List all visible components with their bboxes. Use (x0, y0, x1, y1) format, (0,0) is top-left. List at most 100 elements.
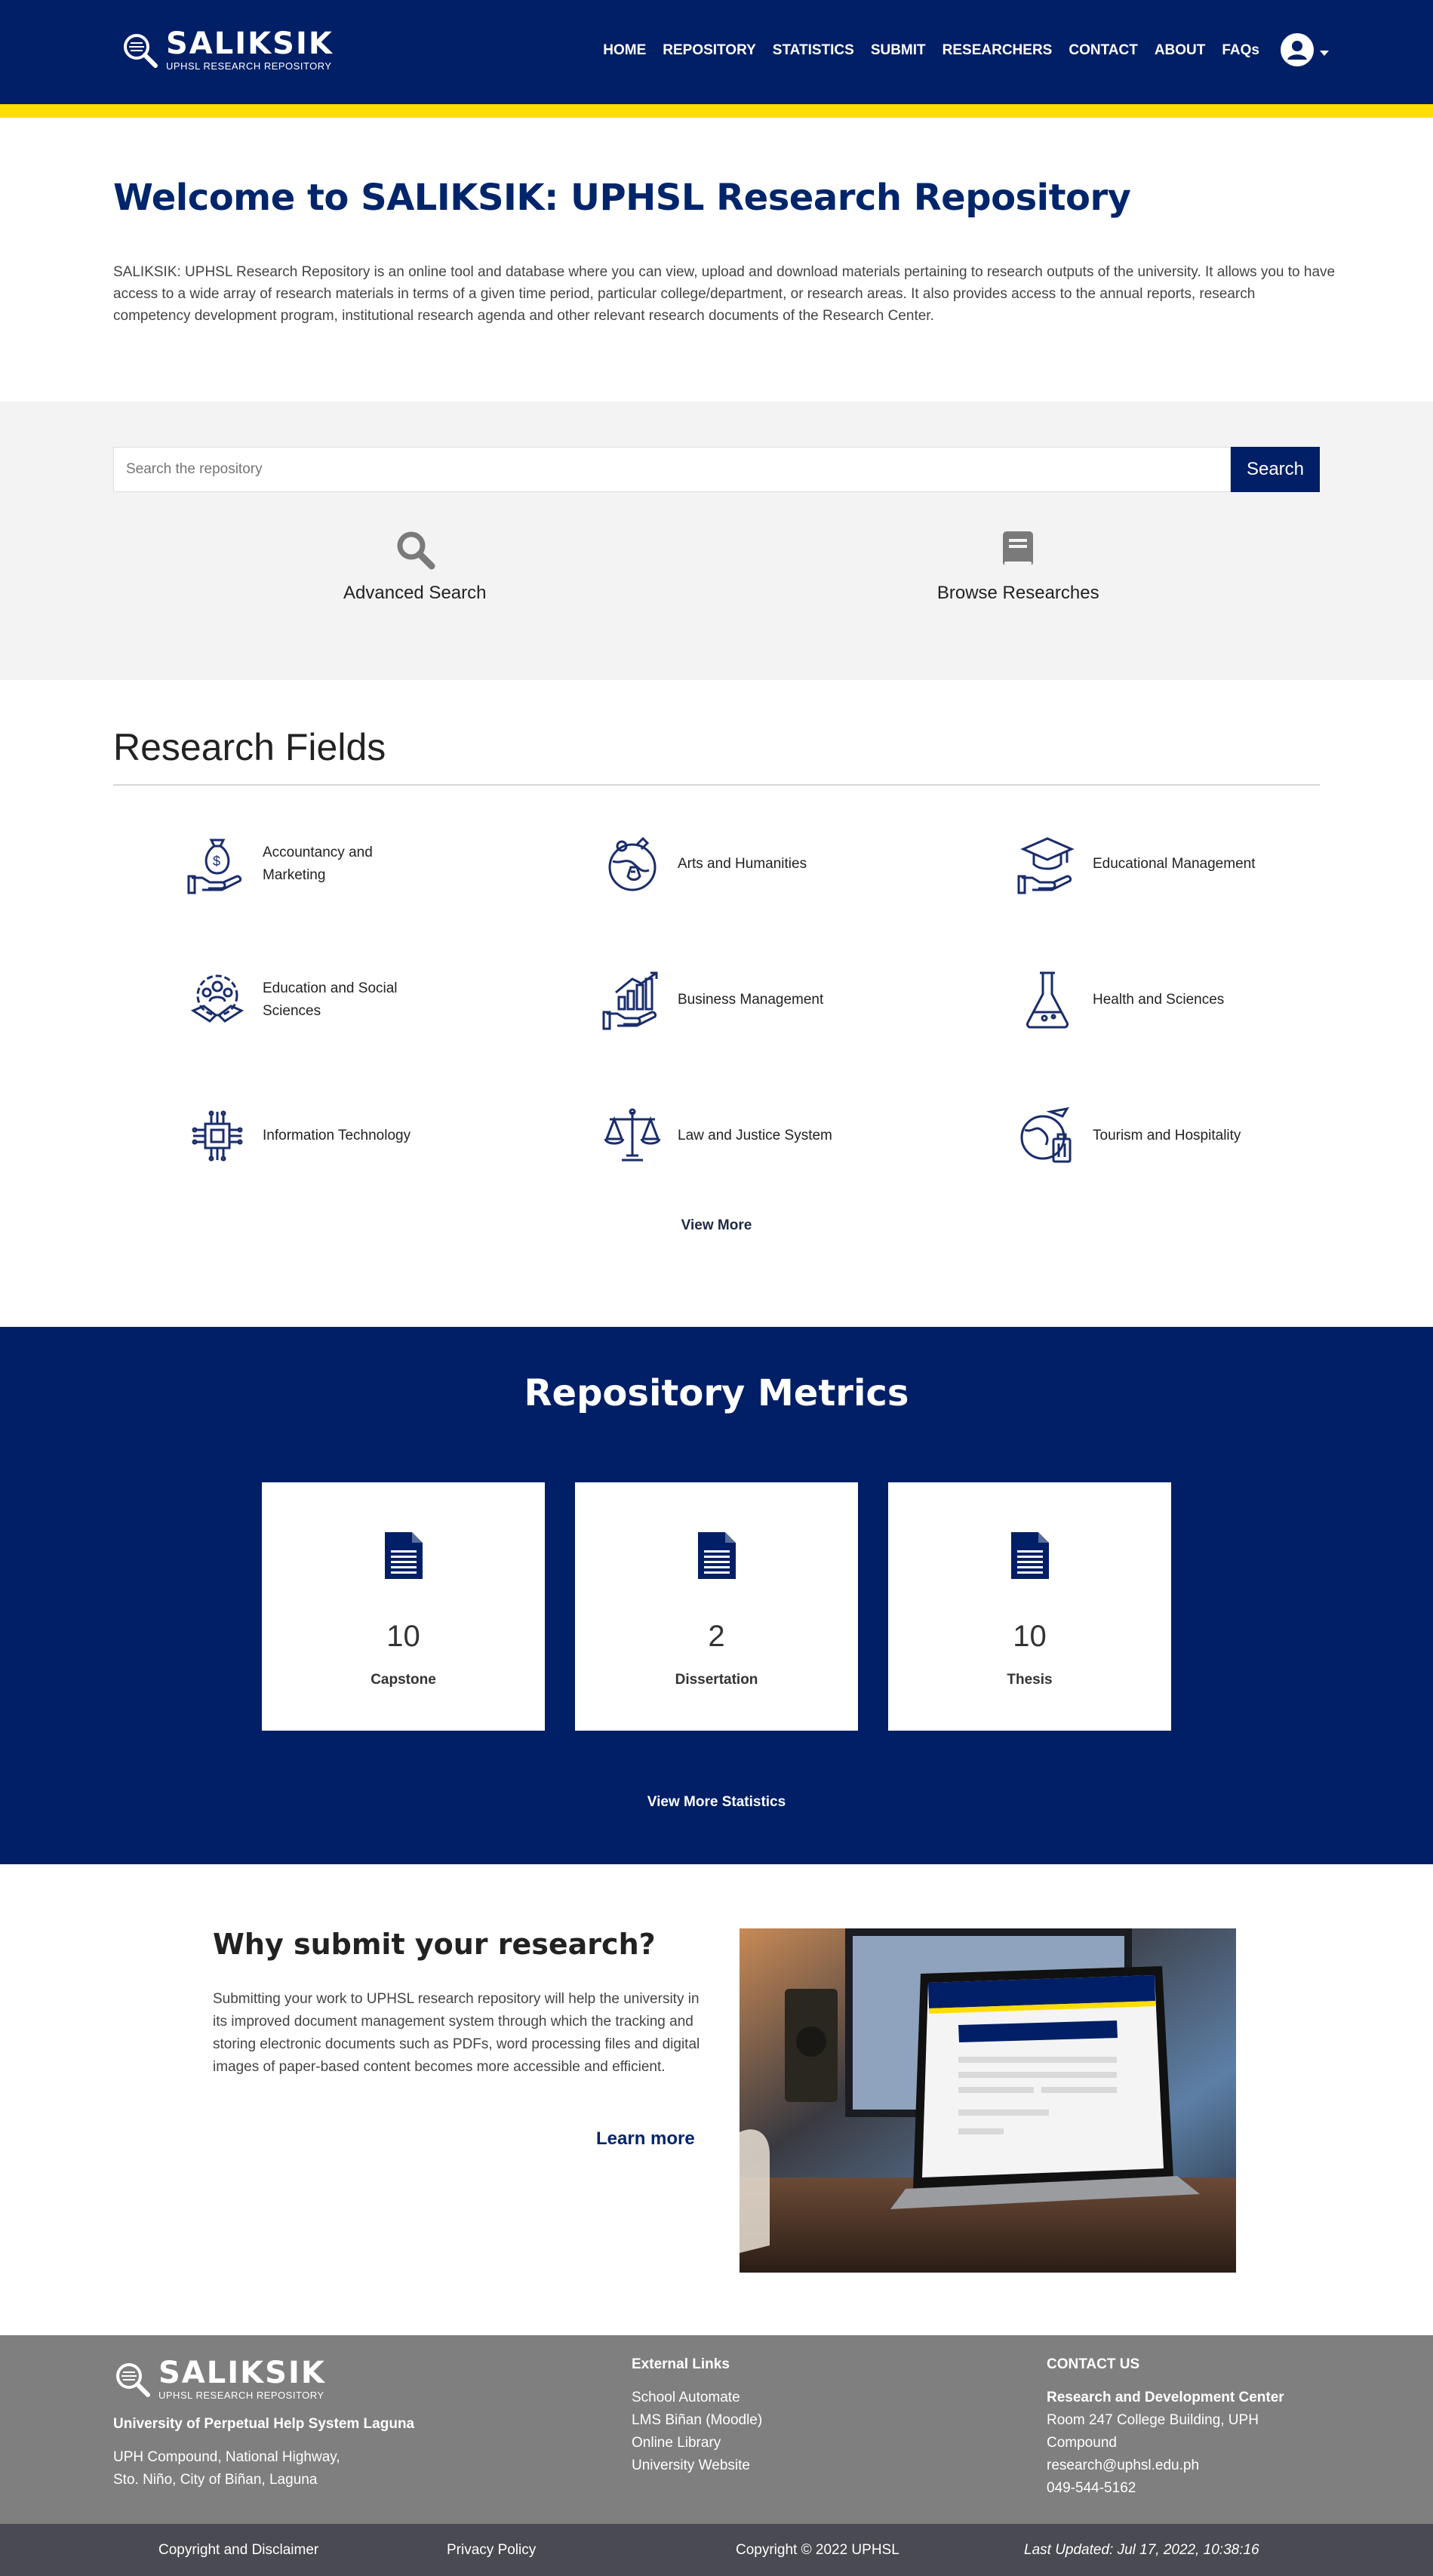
document-icon (384, 1532, 423, 1579)
nav-repository[interactable]: REPOSITORY (663, 42, 756, 59)
metric-card-dissertation[interactable]: 2 Dissertation (575, 1482, 858, 1731)
learn-more-link[interactable]: Learn more (596, 2128, 695, 2150)
laptop-illustration (740, 1928, 1236, 2273)
field-label: Tourism and Hospitality (1093, 1128, 1241, 1143)
search-bar: Search (113, 447, 1320, 492)
contact-room: Room 247 College Building, UPH Compound (1047, 2412, 1259, 2451)
footer-address-line2: Sto. Niño, City of Biñan, Laguna (113, 2472, 318, 2488)
field-arts[interactable]: Arts and Humanities (528, 834, 943, 894)
flask-icon (1026, 971, 1069, 1029)
site-header: SALIKSIK UPHSL RESEARCH REPOSITORY HOME … (0, 0, 1433, 104)
metric-label: Capstone (371, 1672, 436, 1688)
nav-contact[interactable]: CONTACT (1069, 42, 1137, 59)
field-label: Health and Sciences (1093, 992, 1225, 1008)
footer-university: University of Perpetual Help System Lagu… (113, 2416, 415, 2432)
metric-cards: 10 Capstone 2 Dissertation 10 Thesis (0, 1482, 1433, 1731)
metrics-title: Repository Metrics (524, 1372, 909, 1414)
contact-title: CONTACT US (1047, 2356, 1140, 2372)
metric-count: 10 (386, 1620, 420, 1653)
footer-logo[interactable]: SALIKSIK UPHSL RESEARCH REPOSITORY (113, 2358, 414, 2401)
nav-about[interactable]: ABOUT (1155, 42, 1206, 59)
field-label: Arts and Humanities (678, 856, 807, 872)
globe-arts-icon (608, 836, 657, 891)
site-logo[interactable]: SALIKSIK UPHSL RESEARCH REPOSITORY (121, 29, 334, 72)
field-label: Business Management (678, 992, 824, 1008)
metric-count: 2 (708, 1620, 725, 1653)
fields-grid: $ Accountancy and Marketing Arts and Hum… (113, 834, 1320, 1166)
field-business-management[interactable]: Business Management (528, 970, 943, 1030)
view-more-statistics-link[interactable]: View More Statistics (0, 1794, 1433, 1811)
nav-home[interactable]: HOME (603, 42, 646, 59)
page-title: Welcome to SALIKSIK: UPHSL Research Repo… (113, 177, 1131, 219)
search-button[interactable]: Search (1231, 447, 1320, 492)
contact-phone: 049-544-5162 (1047, 2480, 1136, 2496)
external-links-title: External Links (632, 2356, 730, 2372)
document-icon (1010, 1532, 1049, 1579)
search-section: Search Advanced Search Browse Researc (0, 402, 1433, 680)
footer-brand: SALIKSIK UPHSL RESEARCH REPOSITORY Unive… (113, 2358, 414, 2491)
welcome-section: Welcome to SALIKSIK: UPHSL Research Repo… (0, 118, 1433, 402)
scales-icon (604, 1108, 661, 1162)
people-handshake-icon (190, 974, 244, 1023)
circuit-chip-icon (192, 1110, 243, 1162)
section-title: Research Fields (113, 725, 1320, 786)
external-link-university-website[interactable]: University Website (632, 2454, 762, 2477)
nav-submit[interactable]: SUBMIT (871, 42, 926, 59)
browse-researches-label: Browse Researches (936, 583, 1099, 603)
external-link-online-library[interactable]: Online Library (632, 2432, 762, 2454)
external-link-school-automate[interactable]: School Automate (632, 2387, 762, 2409)
footer-contact: CONTACT US Research and Development Cent… (1047, 2356, 1318, 2500)
quick-links: Advanced Search Browse Researches (113, 528, 1320, 604)
graduation-cap-hand-icon (1017, 837, 1075, 894)
magnifier-logo-icon (124, 33, 158, 68)
field-accountancy[interactable]: $ Accountancy and Marketing (113, 834, 528, 894)
metric-label: Dissertation (675, 1672, 758, 1688)
why-submit-section: Why submit your research? Submitting you… (0, 1864, 1433, 2335)
advanced-search-label: Advanced Search (343, 583, 487, 603)
last-updated-text: Last Updated: Jul 17, 2022, 10:38:16 (1024, 2541, 1259, 2558)
growth-chart-hand-icon (602, 971, 658, 1030)
copyright-disclaimer-link[interactable]: Copyright and Disclaimer (158, 2542, 318, 2559)
field-education-social[interactable]: Education and Social Sciences (113, 970, 528, 1030)
svg-text:$: $ (213, 854, 220, 869)
field-label: Information Technology (263, 1128, 411, 1143)
site-footer: SALIKSIK UPHSL RESEARCH REPOSITORY Unive… (0, 2335, 1433, 2524)
metric-card-thesis[interactable]: 10 Thesis (888, 1482, 1171, 1731)
header-accent-stripe (0, 104, 1433, 118)
field-label: Law and Justice System (678, 1128, 832, 1143)
external-link-lms[interactable]: LMS Biñan (Moodle) (632, 2409, 762, 2432)
contact-org: Research and Development Center (1047, 2390, 1284, 2405)
research-fields-section: Research Fields $ Accountancy and Market… (0, 680, 1433, 1327)
view-more-fields-link[interactable]: View More (113, 1217, 1320, 1234)
welcome-description: SALIKSIK: UPHSL Research Repository is a… (113, 264, 1336, 324)
field-tourism-hospitality[interactable]: Tourism and Hospitality (943, 1106, 1358, 1166)
why-submit-title: Why submit your research? (213, 1928, 656, 1961)
laptop-photo (740, 1928, 1236, 2273)
field-educational-management[interactable]: Educational Management (943, 834, 1358, 894)
metric-card-capstone[interactable]: 10 Capstone (262, 1482, 545, 1731)
field-label: Accountancy and Marketing (263, 845, 373, 883)
user-menu-toggle[interactable] (1281, 33, 1329, 66)
field-law-justice[interactable]: Law and Justice System (528, 1106, 943, 1166)
advanced-search-link[interactable]: Advanced Search (113, 528, 717, 604)
field-health-sciences[interactable]: Health and Sciences (943, 970, 1358, 1030)
browse-researches-link[interactable]: Browse Researches (717, 528, 1321, 604)
main-nav: HOME REPOSITORY STATISTICS SUBMIT RESEAR… (603, 42, 1259, 59)
contact-email[interactable]: research@uphsl.edu.ph (1047, 2454, 1318, 2477)
footer-logo-title: SALIKSIK (158, 2356, 326, 2390)
book-icon (1003, 531, 1034, 566)
search-icon (397, 531, 435, 570)
magnifier-logo-icon (116, 2362, 150, 2397)
nav-faqs[interactable]: FAQs (1222, 42, 1259, 59)
footer-address-line1: UPH Compound, National Highway, (113, 2449, 340, 2465)
nav-researchers[interactable]: RESEARCHERS (943, 42, 1053, 59)
field-information-technology[interactable]: Information Technology (113, 1106, 528, 1166)
globe-luggage-icon (1020, 1106, 1072, 1163)
metric-label: Thesis (1007, 1672, 1053, 1688)
privacy-policy-link[interactable]: Privacy Policy (447, 2542, 536, 2559)
money-bag-hand-icon: $ (187, 839, 242, 894)
nav-statistics[interactable]: STATISTICS (773, 42, 854, 59)
search-input[interactable] (113, 447, 1231, 492)
metric-count: 10 (1013, 1620, 1047, 1653)
footer-logo-subtitle: UPHSL RESEARCH REPOSITORY (158, 2390, 324, 2401)
